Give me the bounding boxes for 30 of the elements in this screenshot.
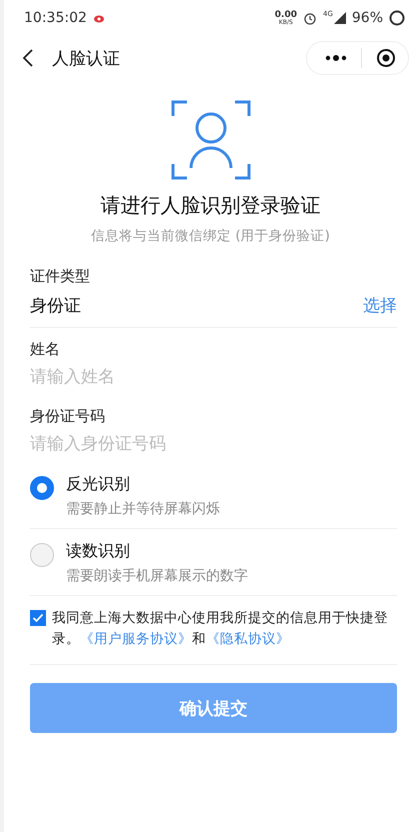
field-label: 证件类型 bbox=[30, 267, 91, 286]
submit-button[interactable]: 确认提交 bbox=[30, 683, 397, 733]
face-scan-icon bbox=[170, 100, 250, 180]
field-label: 身份证号码 bbox=[30, 407, 106, 426]
battery-level: 96% bbox=[352, 10, 383, 26]
option-description: 需要朗读手机屏幕展示的数字 bbox=[66, 567, 248, 585]
app-notification-icon bbox=[92, 13, 105, 23]
status-time: 10:35:02 bbox=[24, 10, 87, 26]
close-icon[interactable] bbox=[376, 48, 396, 68]
select-link[interactable]: 选择 bbox=[363, 294, 397, 317]
option-title: 读数识别 bbox=[66, 541, 131, 562]
agreement-link[interactable]: 《隐私协议》 bbox=[206, 631, 290, 647]
network-speed: 0.00 bbox=[274, 10, 297, 20]
agreement-text: 我同意上海大数据中心使用我所提交的信息用于快捷登录。《用户服务协议》和《隐私协议》 bbox=[52, 609, 389, 649]
field-value: 身份证 bbox=[30, 295, 81, 317]
signal-icon bbox=[334, 12, 346, 24]
back-icon[interactable] bbox=[22, 49, 34, 67]
more-icon[interactable] bbox=[325, 55, 347, 61]
subtitle: 信息将与当前微信绑定 (用于身份验证) bbox=[91, 227, 330, 245]
radio-button[interactable] bbox=[30, 476, 54, 500]
option-description: 需要静止并等待屏幕闪烁 bbox=[66, 500, 220, 518]
option-title: 反光识别 bbox=[66, 474, 131, 495]
heading: 请进行人脸识别登录验证 bbox=[100, 192, 320, 219]
battery-ring-icon bbox=[389, 10, 405, 26]
agreement-checkbox[interactable] bbox=[30, 610, 46, 626]
agreement-link[interactable]: 《用户服务协议》 bbox=[80, 631, 192, 647]
page-title: 人脸认证 bbox=[52, 48, 120, 70]
field-label: 姓名 bbox=[30, 340, 61, 359]
radio-button[interactable] bbox=[30, 543, 54, 567]
alarm-icon bbox=[302, 11, 317, 25]
